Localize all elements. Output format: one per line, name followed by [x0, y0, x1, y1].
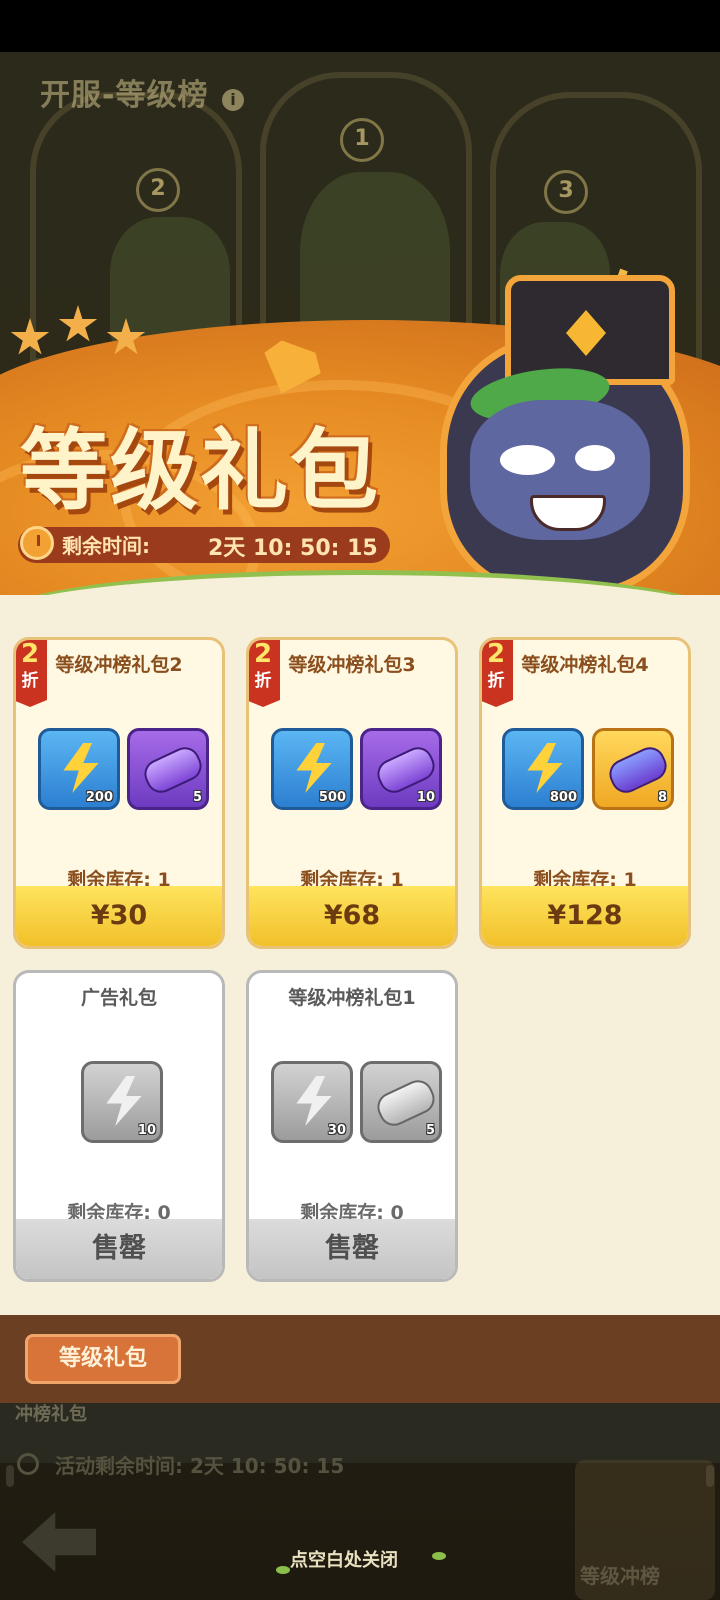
item-count: 30: [327, 1123, 346, 1138]
rank-badge-2: 2: [136, 168, 180, 212]
item-count: 5: [192, 790, 202, 805]
item-energy[interactable]: 30: [271, 1061, 353, 1143]
underlay-timer: 活动剩余时间: 2天 10: 50: 15: [55, 1454, 345, 1478]
rank-entry-label: 等级冲榜: [580, 1564, 660, 1588]
status-bar: [0, 0, 720, 52]
close-hint[interactable]: 点空白处关闭: [290, 1546, 398, 1572]
energy-bolt-icon: [296, 1076, 332, 1126]
item-count: 8: [657, 790, 667, 805]
item-energy[interactable]: 200: [38, 728, 120, 810]
energy-bolt-icon: [106, 1076, 142, 1126]
energy-bolt-icon: [527, 743, 563, 793]
price-button[interactable]: ¥30: [16, 886, 222, 946]
leaf-icon: [432, 1552, 446, 1560]
pack-card-level-rush-3[interactable]: 2折 等级冲榜礼包3 500 10 剩余库存: 1 ¥68: [246, 637, 458, 949]
card-title: 广告礼包: [80, 987, 157, 1009]
pack-card-ad[interactable]: 广告礼包 10 剩余库存: 0 售罄: [13, 970, 225, 1282]
pack-card-level-rush-1[interactable]: 等级冲榜礼包1 30 5 剩余库存: 0 售罄: [246, 970, 458, 1282]
timer-value: 2天 10: 50: 15: [208, 536, 378, 561]
card-title: 等级冲榜礼包4: [521, 654, 649, 676]
item-count: 800: [549, 790, 577, 805]
pack-card-level-rush-4[interactable]: 2折 等级冲榜礼包4 800 8 剩余库存: 1 ¥128: [479, 637, 691, 949]
rank-badge-3: 3: [544, 170, 588, 214]
item-energy[interactable]: 500: [271, 728, 353, 810]
item-capsule[interactable]: 5: [360, 1061, 442, 1143]
tab-level-pack[interactable]: 等级礼包: [25, 1334, 181, 1384]
leaf-icon: [276, 1566, 290, 1574]
stopwatch-icon: [20, 526, 54, 560]
card-title: 等级冲榜礼包1: [288, 987, 416, 1009]
item-count: 10: [416, 790, 435, 805]
energy-bolt-icon: [296, 743, 332, 793]
item-capsule[interactable]: 5: [127, 728, 209, 810]
energy-bolt-icon: [63, 743, 99, 793]
info-icon: i: [222, 89, 244, 111]
rank-badge-1: 1: [340, 118, 384, 162]
mascot-eye: [500, 445, 555, 475]
sold-out-label: 售罄: [249, 1219, 455, 1279]
item-count: 200: [85, 790, 113, 805]
banner-title: 等级礼包: [20, 419, 381, 522]
card-title: 等级冲榜礼包3: [288, 654, 416, 676]
mascot-eye: [575, 445, 615, 471]
card-title: 等级冲榜礼包2: [55, 654, 183, 676]
price-button[interactable]: ¥68: [249, 886, 455, 946]
price-button[interactable]: ¥128: [482, 886, 688, 946]
item-count: 5: [425, 1123, 435, 1138]
clock-icon: [17, 1453, 39, 1475]
item-energy[interactable]: 800: [502, 728, 584, 810]
timer-label: 剩余时间:: [62, 534, 150, 558]
item-energy[interactable]: 10: [81, 1061, 163, 1143]
item-capsule[interactable]: 8: [592, 728, 674, 810]
item-capsule[interactable]: 10: [360, 728, 442, 810]
sold-out-label: 售罄: [16, 1219, 222, 1279]
item-count: 500: [318, 790, 346, 805]
side-notch: [6, 1465, 14, 1487]
background-title: 开服-等级榜: [40, 78, 209, 113]
underlay-title: 冲榜礼包: [15, 1404, 87, 1425]
pack-card-level-rush-2[interactable]: 2折 等级冲榜礼包2 200 5 剩余库存: 1 ¥30: [13, 637, 225, 949]
item-count: 10: [137, 1123, 156, 1138]
